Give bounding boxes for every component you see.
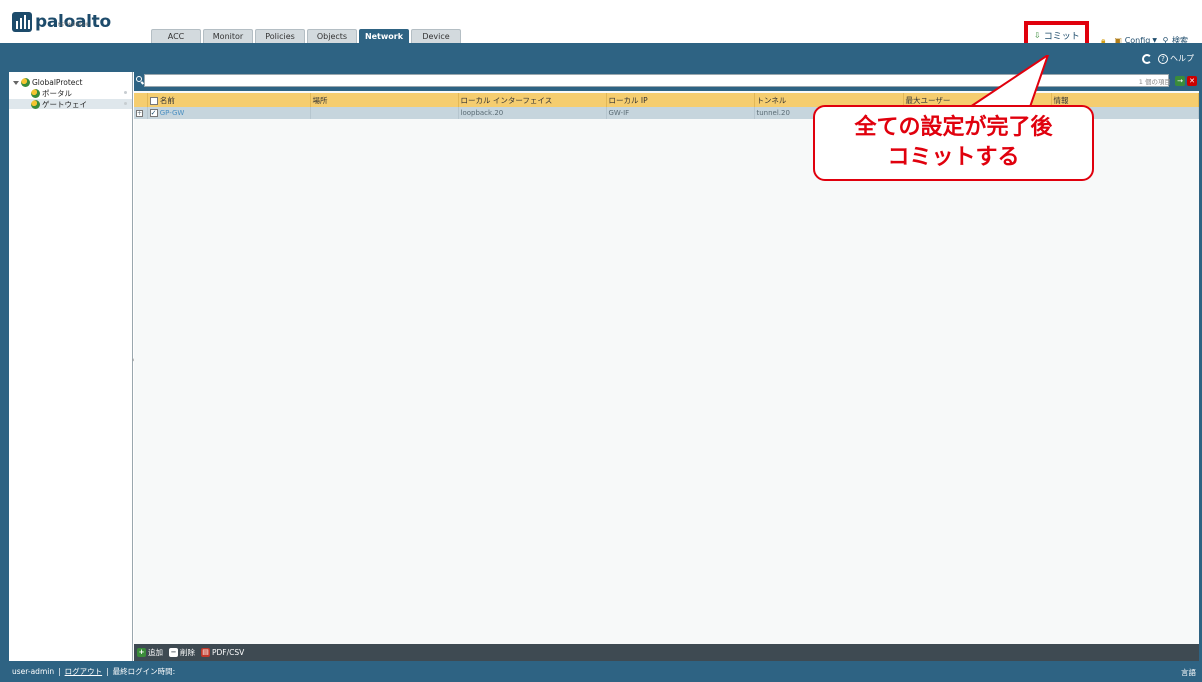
brand-sub: NETWORKS® <box>58 22 90 27</box>
help-icon[interactable]: ? <box>1158 53 1168 64</box>
tab-network[interactable]: Network <box>359 29 409 43</box>
main-tabs: ACC Monitor Policies Objects Network Dev… <box>151 29 463 43</box>
language-link[interactable]: 言語 <box>1181 667 1196 678</box>
select-all-checkbox[interactable] <box>149 96 158 105</box>
tree-dot <box>124 91 127 94</box>
instruction-callout: 全ての設定が完了後 コミットする <box>813 105 1094 181</box>
frame-left <box>0 72 9 662</box>
sidebar-tree: GlobalProtect ポータル ゲートウェイ <box>9 72 133 662</box>
delete-icon: − <box>169 648 178 657</box>
callout-line-1: 全ての設定が完了後 <box>854 115 1053 140</box>
tab-policies[interactable]: Policies <box>255 29 305 43</box>
tree-root-label: GlobalProtect <box>32 78 83 87</box>
row-ip-cell: GW-IF <box>606 107 755 119</box>
clear-filter-button[interactable]: ✕ <box>1187 76 1197 86</box>
col-local-interface[interactable]: ローカル インターフェイス <box>458 93 607 107</box>
status-footer: user-admin | ログアウト | 最終ログイン時間: 言語 <box>0 661 1202 682</box>
commit-icon: ⇩ <box>1033 30 1041 40</box>
delete-label: 削除 <box>180 648 195 657</box>
gateway-icon <box>31 99 40 109</box>
sidebar-item-portal[interactable]: ポータル <box>9 88 132 98</box>
top-header: paloalto NETWORKS® ACC Monitor Policies … <box>0 0 1202 49</box>
refresh-icon[interactable] <box>1142 53 1152 64</box>
globalprotect-icon <box>21 78 30 87</box>
col-name[interactable]: 名前 <box>147 93 311 107</box>
pdf-csv-button[interactable]: ▤ PDF/CSV <box>201 648 244 657</box>
tab-device[interactable]: Device <box>411 29 461 43</box>
pdf-icon: ▤ <box>201 648 210 657</box>
sidebar-item-label: ポータル <box>42 88 72 98</box>
footer-last-login: 最終ログイン時間: <box>112 667 176 676</box>
sidebar-item-label: ゲートウェイ <box>42 99 87 109</box>
toolbar-right: ? ヘルプ <box>1142 53 1194 64</box>
search-icon <box>136 76 142 82</box>
commit-label: コミット <box>1043 31 1080 42</box>
sidebar-item-gateway[interactable]: ゲートウェイ <box>9 99 132 109</box>
portal-icon <box>31 88 40 98</box>
row-name-link[interactable]: GP-GW <box>160 109 185 117</box>
tree-root-globalprotect[interactable]: GlobalProtect <box>13 78 82 87</box>
row-name-cell[interactable]: ✓ GP-GW <box>147 107 311 119</box>
footer-divider: | <box>106 667 109 676</box>
col-local-ip[interactable]: ローカル IP <box>606 93 755 107</box>
tab-monitor[interactable]: Monitor <box>203 29 253 43</box>
col-location[interactable]: 場所 <box>310 93 459 107</box>
apply-filter-button[interactable]: → <box>1175 76 1185 86</box>
footer-divider: | <box>58 667 61 676</box>
expand-plus-icon[interactable]: + <box>136 109 143 117</box>
logout-link[interactable]: ログアウト <box>65 666 103 677</box>
tree-dot <box>124 102 127 105</box>
add-button[interactable]: + 追加 <box>137 647 163 658</box>
pdf-label: PDF/CSV <box>212 648 245 657</box>
callout-pointer <box>966 55 1050 109</box>
footer-user: user-admin <box>12 667 55 676</box>
row-interface-cell: loopback.20 <box>458 107 607 119</box>
callout-line-2: コミットする <box>887 145 1020 170</box>
row-expand-cell[interactable]: + <box>134 107 148 119</box>
app-root: paloalto NETWORKS® ACC Monitor Policies … <box>0 0 1202 682</box>
tab-objects[interactable]: Objects <box>307 29 357 43</box>
delete-button[interactable]: − 削除 <box>169 647 195 658</box>
col-name-label: 名前 <box>159 95 175 105</box>
tab-acc[interactable]: ACC <box>151 29 201 43</box>
bottom-toolbar: + 追加 − 削除 ▤ PDF/CSV <box>134 644 1199 661</box>
col-expand <box>134 93 148 107</box>
row-location-cell <box>310 107 459 119</box>
help-label[interactable]: ヘルプ <box>1170 53 1194 64</box>
expand-triangle-icon[interactable] <box>13 80 19 85</box>
paloalto-logo-icon <box>12 12 32 32</box>
add-label: 追加 <box>148 648 163 657</box>
item-count: 1 個の項目 <box>1138 78 1171 86</box>
add-icon: + <box>137 648 146 657</box>
row-checkbox[interactable]: ✓ <box>149 109 158 117</box>
